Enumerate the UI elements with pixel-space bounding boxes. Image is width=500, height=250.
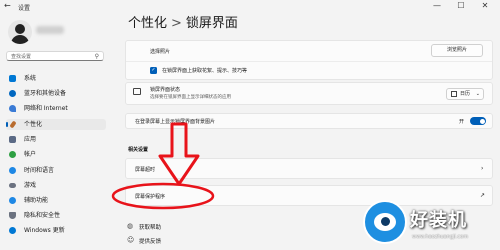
watermark-logo (363, 200, 407, 244)
watermark-url: www.haozhuangji.com (412, 234, 469, 240)
watermark-text: 好装机 (410, 210, 467, 231)
annotation-arrow (158, 122, 200, 186)
annotation-ellipse (111, 182, 215, 210)
